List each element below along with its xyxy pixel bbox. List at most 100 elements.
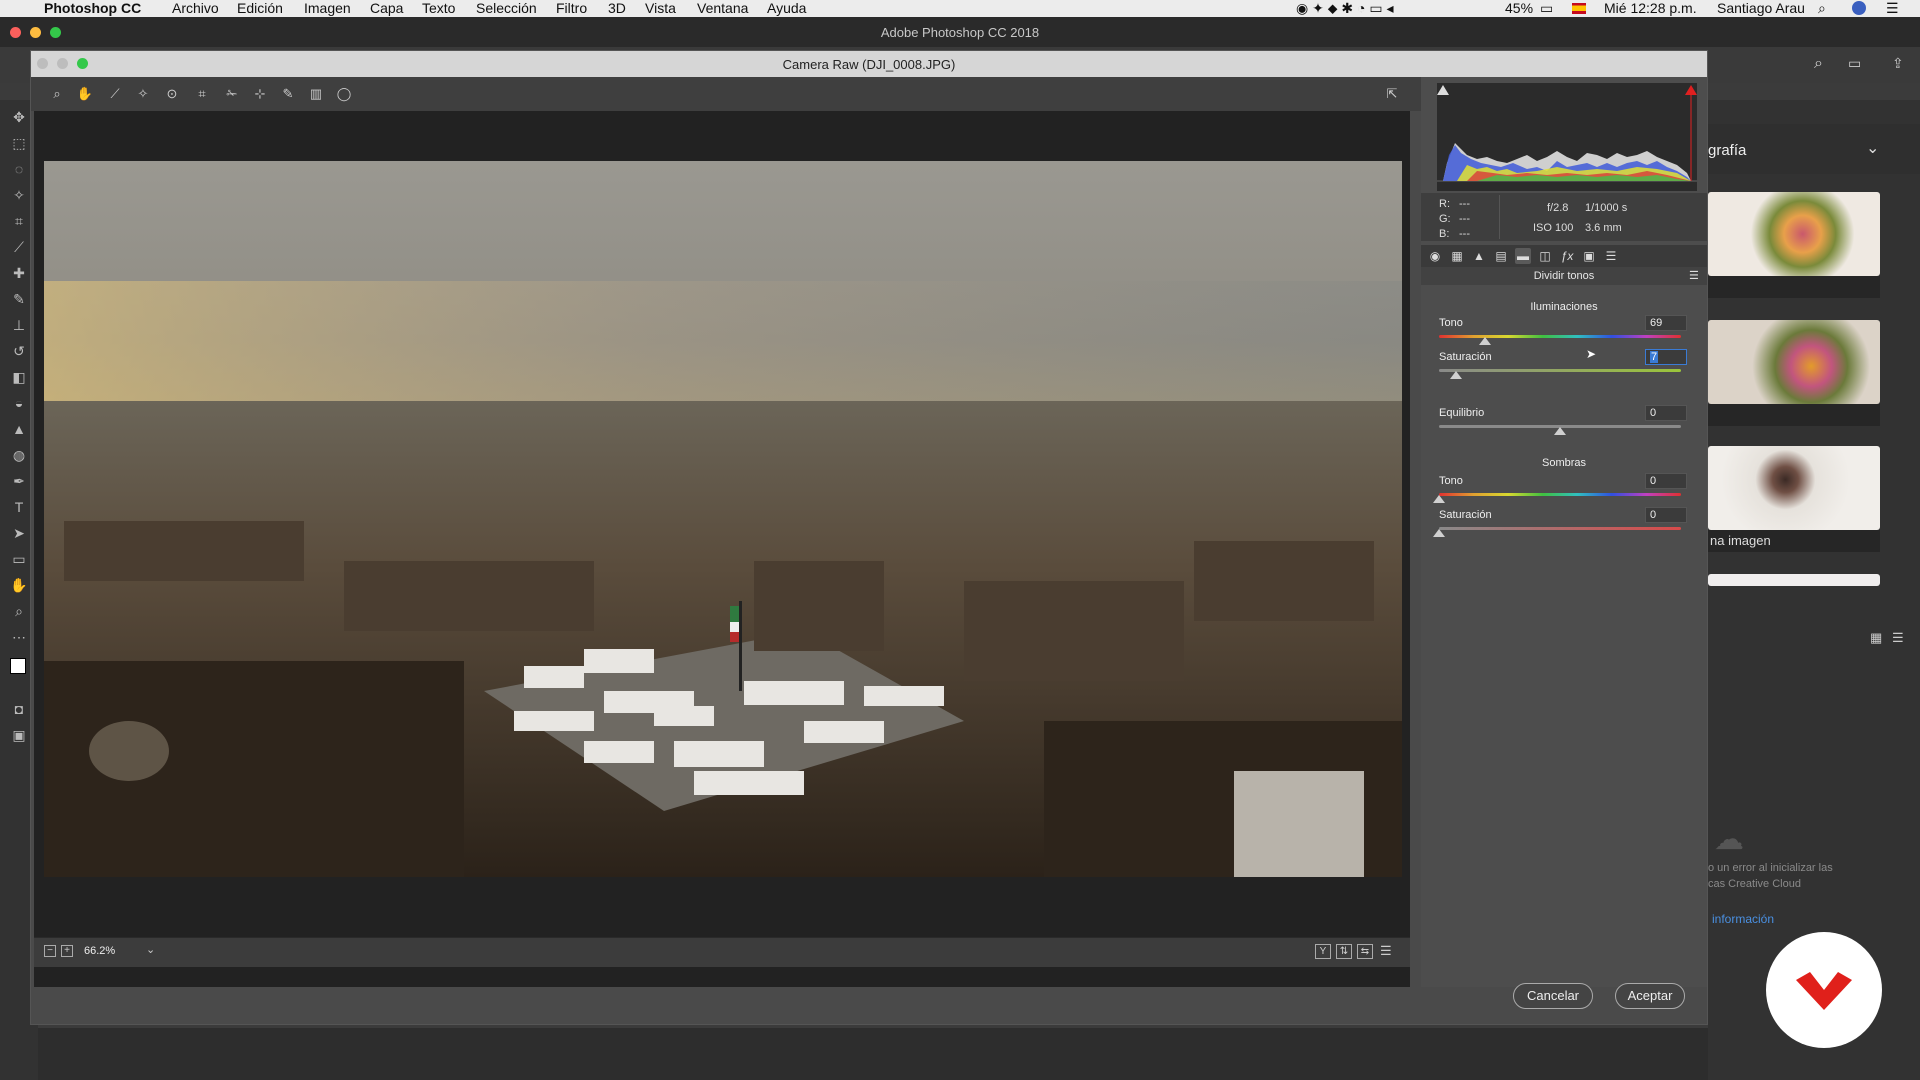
menu-capa[interactable]: Capa xyxy=(370,0,403,17)
adjustment-brush-icon[interactable]: ✎ xyxy=(279,85,297,103)
zoom-tool-icon[interactable]: ⌕ xyxy=(10,602,28,620)
foreground-color-swatch[interactable] xyxy=(10,658,26,674)
shadow-clipping-icon[interactable] xyxy=(1437,85,1449,95)
marquee-tool-icon[interactable]: ⬚ xyxy=(10,134,28,152)
library-thumbnail[interactable] xyxy=(1708,320,1880,404)
status-icons[interactable]: ◉ ✦ ⬥ ✱ ◔ ▭ ◂ xyxy=(1296,0,1394,17)
library-thumbnail[interactable] xyxy=(1708,446,1880,530)
highlights-hue-value[interactable]: 69 xyxy=(1645,315,1687,331)
rectangle-tool-icon[interactable]: ▭ xyxy=(10,550,28,568)
balance-slider-thumb[interactable] xyxy=(1554,427,1566,435)
graduated-filter-icon[interactable]: ▥ xyxy=(307,85,325,103)
library-header[interactable]: grafía xyxy=(1708,142,1746,159)
battery-percent[interactable]: 45% xyxy=(1505,0,1533,17)
grid-view-icon[interactable]: ▦ xyxy=(1870,630,1882,646)
hand-tool-icon[interactable]: ✋ xyxy=(76,85,94,103)
menu-filtro[interactable]: Filtro xyxy=(556,0,587,17)
menu-texto[interactable]: Texto xyxy=(422,0,455,17)
copy-settings-icon[interactable]: ⇆ xyxy=(1357,944,1373,959)
tab-lens-icon[interactable]: ◫ xyxy=(1537,248,1553,264)
balance-value[interactable]: 0 xyxy=(1645,405,1687,421)
eraser-tool-icon[interactable]: ◧ xyxy=(10,368,28,386)
dodge-tool-icon[interactable]: ◍ xyxy=(10,446,28,464)
shadows-saturation-value[interactable]: 0 xyxy=(1645,507,1687,523)
menu-vista[interactable]: Vista xyxy=(645,0,676,17)
workspace-icon[interactable]: ▭ xyxy=(1848,55,1861,72)
spotlight-icon[interactable]: ⌕ xyxy=(1818,0,1826,17)
highlights-hue-slider[interactable] xyxy=(1439,335,1681,338)
chevron-down-icon[interactable]: ⌄ xyxy=(1866,138,1879,158)
photo-preview[interactable] xyxy=(44,161,1402,877)
more-info-link[interactable]: información xyxy=(1712,912,1774,926)
accept-button[interactable]: Aceptar xyxy=(1615,983,1685,1009)
tab-split-toning-icon[interactable]: ▬ xyxy=(1515,248,1531,264)
cancel-button[interactable]: Cancelar xyxy=(1513,983,1593,1009)
tab-basic-icon[interactable]: ◉ xyxy=(1427,248,1443,264)
list-view-icon[interactable]: ☰ xyxy=(1892,630,1904,646)
radial-filter-icon[interactable]: ◯ xyxy=(335,85,353,103)
spot-removal-icon[interactable]: ⊹ xyxy=(251,85,269,103)
highlights-hue-slider-thumb[interactable] xyxy=(1478,337,1491,345)
zoom-out-icon[interactable]: − xyxy=(44,945,56,957)
type-tool-icon[interactable]: T xyxy=(10,498,28,516)
flag-icon[interactable] xyxy=(1572,3,1586,14)
menu-3d[interactable]: 3D xyxy=(608,0,626,17)
zoom-tool-icon[interactable]: ⌕ xyxy=(48,85,66,103)
library-thumbnail[interactable] xyxy=(1708,574,1880,586)
highlight-clipping-icon[interactable] xyxy=(1685,85,1697,95)
paint-bucket-icon[interactable]: ◒ xyxy=(10,394,28,412)
shadows-hue-slider-thumb[interactable] xyxy=(1433,495,1445,503)
zoom-in-icon[interactable]: + xyxy=(61,945,73,957)
path-selection-icon[interactable]: ➤ xyxy=(10,524,28,542)
menu-edicion[interactable]: Edición xyxy=(237,0,283,17)
brush-tool-icon[interactable]: ✎ xyxy=(10,290,28,308)
straighten-tool-icon[interactable]: ✁ xyxy=(223,85,241,103)
history-brush-icon[interactable]: ↺ xyxy=(10,342,28,360)
screen-mode-icon[interactable]: ▣ xyxy=(10,726,28,744)
clock[interactable]: Mié 12:28 p.m. xyxy=(1604,0,1697,17)
battery-icon[interactable]: ▭ xyxy=(1540,0,1553,17)
tab-presets-icon[interactable]: ☰ xyxy=(1603,248,1619,264)
color-sampler-icon[interactable]: ✧ xyxy=(134,85,152,103)
menu-app-name[interactable]: Photoshop CC xyxy=(44,0,141,17)
zoom-level[interactable]: 66.2% xyxy=(84,945,115,957)
library-thumbnail[interactable] xyxy=(1708,192,1880,276)
siri-icon[interactable] xyxy=(1852,1,1866,15)
highlights-saturation-slider-thumb[interactable] xyxy=(1449,371,1462,379)
highlights-saturation-value[interactable]: 7 xyxy=(1645,349,1687,365)
pen-tool-icon[interactable]: ✒ xyxy=(10,472,28,490)
lasso-tool-icon[interactable]: ◌ xyxy=(10,160,28,178)
tab-tone-curve-icon[interactable]: ▦ xyxy=(1449,248,1465,264)
panel-menu-icon[interactable]: ☰ xyxy=(1689,269,1699,282)
crop-tool-icon[interactable]: ⌗ xyxy=(10,212,28,230)
menu-imagen[interactable]: Imagen xyxy=(304,0,351,17)
blur-tool-icon[interactable]: ▲ xyxy=(10,420,28,438)
menu-ayuda[interactable]: Ayuda xyxy=(767,0,806,17)
fullscreen-icon[interactable]: ⇱ xyxy=(1383,85,1401,103)
eyedropper-tool-icon[interactable]: ⟋ xyxy=(10,238,28,256)
shadows-hue-value[interactable]: 0 xyxy=(1645,473,1687,489)
before-after-icon[interactable]: Y xyxy=(1315,944,1331,959)
shadows-hue-slider[interactable] xyxy=(1439,493,1681,496)
share-icon[interactable]: ⇪ xyxy=(1892,55,1904,72)
targeted-adjustment-icon[interactable]: ⊙ xyxy=(163,85,181,103)
menu-archivo[interactable]: Archivo xyxy=(172,0,219,17)
move-tool-icon[interactable]: ✥ xyxy=(10,108,28,126)
stamp-tool-icon[interactable]: ⊥ xyxy=(10,316,28,334)
notification-center-icon[interactable]: ☰ xyxy=(1886,0,1899,17)
magic-wand-tool-icon[interactable]: ✧ xyxy=(10,186,28,204)
tab-calibration-icon[interactable]: ▣ xyxy=(1581,248,1597,264)
swap-settings-icon[interactable]: ⇅ xyxy=(1336,944,1352,959)
hand-tool-icon[interactable]: ✋ xyxy=(10,576,28,594)
highlights-saturation-slider[interactable] xyxy=(1439,369,1681,372)
shadows-saturation-slider-thumb[interactable] xyxy=(1433,529,1445,537)
tab-detail-icon[interactable]: ▲ xyxy=(1471,248,1487,264)
quick-mask-icon[interactable]: ◘ xyxy=(10,700,28,718)
shadows-saturation-slider[interactable] xyxy=(1439,527,1681,530)
tab-hsl-icon[interactable]: ▤ xyxy=(1493,248,1509,264)
tab-effects-icon[interactable]: ƒx xyxy=(1559,248,1575,264)
user-name[interactable]: Santiago Arau xyxy=(1717,0,1805,17)
healing-tool-icon[interactable]: ✚ xyxy=(10,264,28,282)
crop-tool-icon[interactable]: ⌗ xyxy=(193,85,211,103)
zoom-dropdown-icon[interactable]: ⌄ xyxy=(146,943,155,956)
